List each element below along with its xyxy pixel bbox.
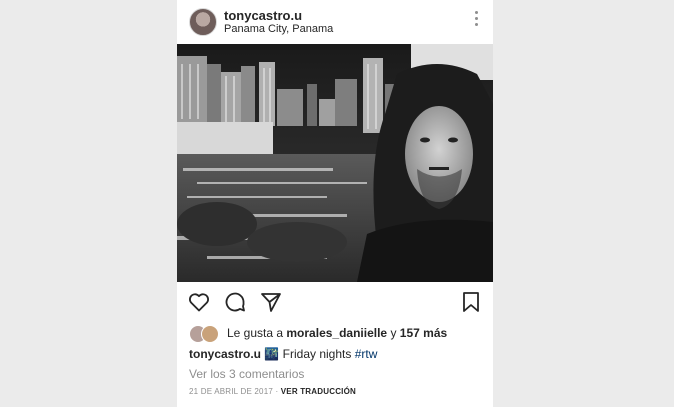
caption-text: Friday nights (282, 347, 352, 361)
meta-separator: · (275, 387, 279, 396)
action-bar (177, 286, 493, 318)
liker-avatar[interactable] (201, 325, 219, 343)
post-caption: tonycastro.u 🌃 Friday nights #rtw (189, 347, 377, 361)
post-photo[interactable] (177, 44, 493, 282)
see-translation-link[interactable]: VER TRADUCCIÓN (281, 387, 356, 396)
post-location[interactable]: Panama City, Panama (224, 23, 333, 35)
share-icon[interactable] (259, 290, 283, 314)
likes-prefix: Le gusta a (227, 326, 284, 340)
post-date: 21 DE ABRIL DE 2017 (189, 387, 273, 396)
post-username[interactable]: tonycastro.u (224, 8, 302, 23)
caption-hashtag[interactable]: #rtw (355, 347, 378, 361)
more-options-icon[interactable] (473, 11, 479, 31)
liker-username[interactable]: morales_daniielle (286, 326, 387, 340)
caption-username[interactable]: tonycastro.u (189, 347, 261, 361)
likes-connector: y (390, 326, 397, 340)
post-card: tonycastro.u Panama City, Panama Le gust… (177, 0, 493, 407)
likes-row: Le gusta a morales_daniielle y 157 más (189, 323, 489, 343)
likes-count[interactable]: 157 más (400, 326, 447, 340)
avatar[interactable] (189, 8, 217, 36)
view-comments-link[interactable]: Ver los 3 comentarios (189, 367, 304, 381)
bookmark-icon[interactable] (459, 290, 483, 314)
heart-icon[interactable] (187, 290, 211, 314)
likes-text: Le gusta a morales_daniielle y 157 más (227, 326, 447, 340)
caption-emoji: 🌃 (264, 347, 280, 361)
post-header: tonycastro.u Panama City, Panama (177, 0, 493, 44)
post-meta: 21 DE ABRIL DE 2017 · VER TRADUCCIÓN (189, 387, 356, 396)
comment-icon[interactable] (223, 290, 247, 314)
